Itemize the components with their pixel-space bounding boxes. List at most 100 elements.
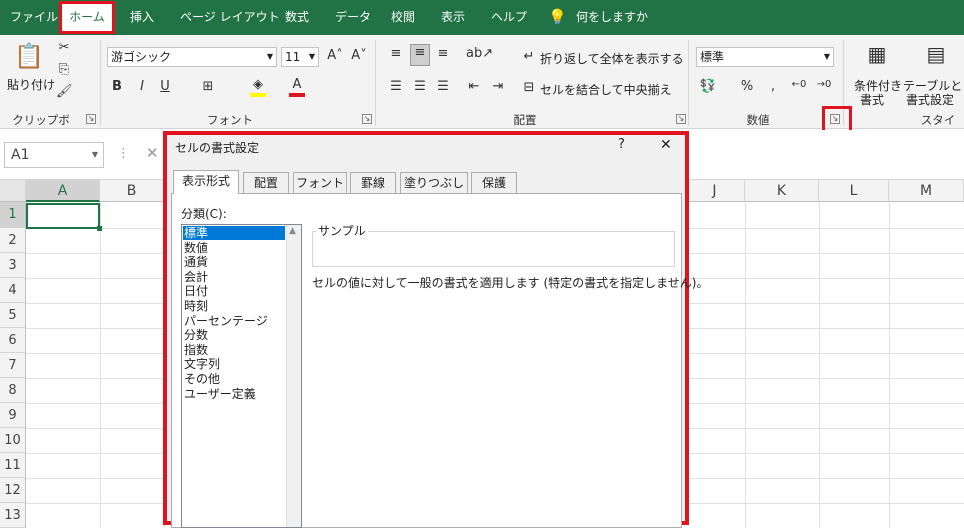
- row-header-2[interactable]: 2: [0, 228, 26, 253]
- row-header-8[interactable]: 8: [0, 378, 26, 403]
- column-header-b[interactable]: B: [100, 180, 164, 202]
- row-header-1[interactable]: 1: [0, 202, 26, 228]
- tab-data[interactable]: データ: [335, 0, 371, 35]
- conditional-format-label-2[interactable]: 書式: [860, 91, 884, 108]
- paste-button[interactable]: 貼り付け: [7, 76, 55, 93]
- align-center-icon[interactable]: ☰: [412, 79, 428, 94]
- currency-icon[interactable]: 💱: [699, 79, 717, 94]
- underline-icon[interactable]: U: [158, 79, 172, 94]
- tab-view[interactable]: 表示: [441, 0, 465, 35]
- increase-font-icon[interactable]: A˄: [327, 48, 343, 63]
- table-format-icon[interactable]: ▤: [922, 42, 950, 70]
- tab-fill[interactable]: 塗りつぶし: [400, 172, 468, 193]
- close-button[interactable]: ✕: [660, 137, 672, 153]
- tab-insert[interactable]: 挿入: [130, 0, 154, 35]
- font-color-bar: [289, 93, 305, 97]
- list-item[interactable]: その他: [184, 372, 220, 387]
- column-header-k[interactable]: K: [745, 180, 819, 202]
- clipboard-icon[interactable]: 📋: [12, 42, 46, 72]
- row-header-9[interactable]: 9: [0, 403, 26, 428]
- wrap-text-icon[interactable]: ↵: [522, 49, 536, 64]
- row-header-6[interactable]: 6: [0, 328, 26, 353]
- list-item[interactable]: 通貨: [184, 255, 208, 270]
- tab-formulas[interactable]: 数式: [285, 0, 309, 35]
- chevron-up-icon[interactable]: ▲: [289, 226, 296, 236]
- decrease-font-icon[interactable]: A˅: [351, 48, 367, 63]
- wrap-text-button[interactable]: 折り返して全体を表示する: [540, 50, 684, 67]
- tab-home[interactable]: ホーム: [59, 1, 115, 34]
- row-header-12[interactable]: 12: [0, 478, 26, 503]
- row-header-3[interactable]: 3: [0, 253, 26, 278]
- fill-handle[interactable]: [97, 226, 102, 231]
- group-label-number: 数値: [746, 113, 770, 127]
- column-header-j[interactable]: J: [685, 180, 745, 202]
- font-name-select[interactable]: 游ゴシック ▼: [107, 47, 277, 67]
- merge-center-button[interactable]: セルを結合して中央揃え: [540, 81, 672, 98]
- font-size-select[interactable]: 11 ▼: [281, 47, 319, 67]
- merge-icon[interactable]: ⊟: [522, 80, 536, 95]
- conditional-format-icon[interactable]: ▦: [863, 42, 891, 70]
- decrease-indent-icon[interactable]: ⇤: [466, 79, 482, 94]
- category-scrollbar[interactable]: [286, 225, 301, 527]
- tab-border[interactable]: 罫線: [350, 172, 396, 193]
- row-header-11[interactable]: 11: [0, 453, 26, 478]
- percent-icon[interactable]: %: [740, 79, 754, 94]
- active-cell-a1[interactable]: [26, 203, 100, 229]
- column-header-l[interactable]: L: [819, 180, 889, 202]
- clipboard-launcher-icon[interactable]: ↘: [86, 114, 96, 124]
- format-painter-icon[interactable]: 🖌: [56, 84, 73, 99]
- list-item[interactable]: 文字列: [184, 357, 220, 372]
- decrease-decimal-icon[interactable]: →0: [815, 79, 833, 90]
- bold-icon[interactable]: B: [110, 79, 124, 94]
- increase-indent-icon[interactable]: ⇥: [490, 79, 506, 94]
- list-item[interactable]: 標準: [184, 226, 208, 241]
- select-all-corner[interactable]: [0, 180, 26, 202]
- align-top-icon[interactable]: ≡: [388, 46, 404, 61]
- tab-protection[interactable]: 保護: [471, 172, 517, 193]
- tab-alignment[interactable]: 配置: [243, 172, 289, 193]
- font-launcher-icon[interactable]: ↘: [362, 114, 372, 124]
- align-right-icon[interactable]: ☰: [435, 79, 451, 94]
- row-header-10[interactable]: 10: [0, 428, 26, 453]
- tell-me-box[interactable]: 何をしますか: [576, 0, 648, 35]
- list-item[interactable]: 分数: [184, 328, 208, 343]
- tab-number-format[interactable]: 表示形式: [173, 170, 239, 194]
- list-item[interactable]: 指数: [184, 343, 208, 358]
- list-item[interactable]: 時刻: [184, 299, 208, 314]
- border-icon[interactable]: ⊞: [200, 79, 216, 94]
- tab-review[interactable]: 校閲: [391, 0, 415, 35]
- number-format-select[interactable]: 標準 ▼: [696, 47, 834, 67]
- list-item[interactable]: 日付: [184, 284, 208, 299]
- row-header-5[interactable]: 5: [0, 303, 26, 328]
- alignment-launcher-icon[interactable]: ↘: [676, 114, 686, 124]
- name-box[interactable]: A1 ▼: [4, 142, 104, 168]
- align-middle-icon[interactable]: ≡: [410, 44, 430, 66]
- row-header-13[interactable]: 13: [0, 503, 26, 528]
- align-bottom-icon[interactable]: ≡: [435, 46, 451, 61]
- row-header-7[interactable]: 7: [0, 353, 26, 378]
- align-left-icon[interactable]: ☰: [388, 79, 404, 94]
- list-item[interactable]: 数値: [184, 241, 208, 256]
- font-color-icon[interactable]: A: [289, 77, 305, 92]
- tab-help[interactable]: ヘルプ: [491, 0, 527, 35]
- column-header-m[interactable]: M: [889, 180, 964, 202]
- list-item[interactable]: 会計: [184, 270, 208, 285]
- cancel-icon[interactable]: ✕: [146, 144, 159, 162]
- column-header-a[interactable]: A: [26, 180, 100, 202]
- tab-file[interactable]: ファイル: [10, 0, 58, 35]
- fill-color-icon[interactable]: ◈: [250, 77, 266, 92]
- help-button[interactable]: ?: [618, 137, 625, 152]
- orientation-icon[interactable]: ab↗: [466, 46, 493, 61]
- list-item[interactable]: パーセンテージ: [184, 314, 268, 329]
- tab-font[interactable]: フォント: [293, 172, 347, 193]
- copy-icon[interactable]: ⎘: [56, 62, 72, 77]
- italic-icon[interactable]: I: [135, 79, 149, 94]
- scissors-icon[interactable]: ✂: [56, 40, 72, 55]
- table-format-label-2[interactable]: 書式設定: [906, 91, 954, 108]
- tab-page-layout[interactable]: ページ レイアウト: [180, 0, 280, 35]
- chevron-down-icon: ▼: [266, 52, 273, 61]
- increase-decimal-icon[interactable]: ←0: [790, 79, 808, 90]
- comma-icon[interactable]: ,: [766, 79, 780, 94]
- list-item[interactable]: ユーザー定義: [184, 387, 256, 402]
- row-header-4[interactable]: 4: [0, 278, 26, 303]
